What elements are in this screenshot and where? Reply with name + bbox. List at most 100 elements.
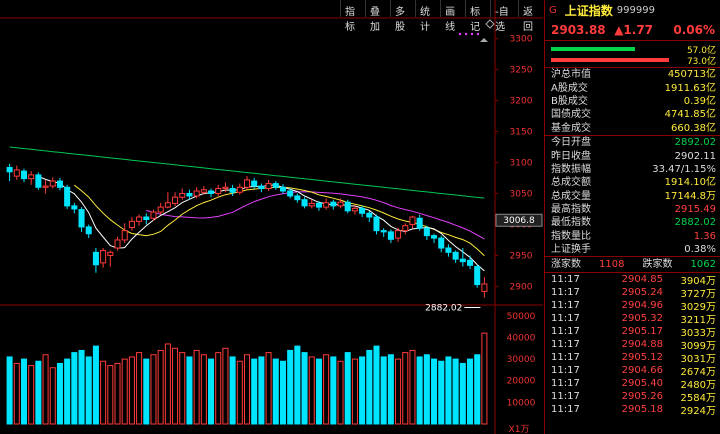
candle-body <box>431 235 438 239</box>
volume-bar <box>121 358 128 425</box>
stat-label: 最高指数 <box>551 204 591 216</box>
market-label: 国债成交 <box>551 109 591 121</box>
candle-body <box>308 202 315 207</box>
price-tick-label: 3200 <box>510 97 533 107</box>
tick-price: 2905.40 <box>621 378 663 390</box>
tick-price: 2904.66 <box>621 365 663 377</box>
volume-bar <box>6 356 13 425</box>
candle-body <box>251 180 258 187</box>
stat-value: 17144.8万 <box>664 190 716 202</box>
candle-body <box>481 283 488 292</box>
tick-time: 11:17 <box>551 274 580 286</box>
volume-bar <box>294 345 301 425</box>
candle-body <box>222 186 229 190</box>
volume-bar <box>215 352 222 425</box>
candle-body <box>258 185 265 190</box>
volume-bar <box>92 345 99 425</box>
price-change-pct: 0.06% <box>673 23 715 37</box>
toolbar-watchlist-button[interactable]: -自选 <box>490 0 518 33</box>
kline-chart-area[interactable]: 3300325032003150310030503000295029003006… <box>0 0 543 434</box>
candle-body <box>92 251 99 266</box>
candle-body <box>64 186 71 207</box>
market-row: 国债成交 4741.85亿 <box>545 108 720 121</box>
price-tick-label: 3300 <box>510 35 533 45</box>
stat-row: 指数量比 1.36 <box>545 230 720 243</box>
volume-bar <box>243 354 251 425</box>
kline-chart[interactable]: 3300325032003150310030503000295029003006… <box>0 0 543 434</box>
volume-bar <box>193 349 200 425</box>
candle-body <box>402 225 409 232</box>
stat-value: 2892.02 <box>674 137 716 149</box>
volume-bar <box>279 360 286 425</box>
candle-body <box>172 196 179 204</box>
volume-tick-label: 50000 <box>507 312 536 322</box>
breadth-row: 涨家数 1108 跌家数 1062 <box>545 257 720 274</box>
volume-bar <box>452 358 459 425</box>
stat-label: 总成交量 <box>551 190 591 202</box>
stat-label: 总成交额 <box>551 177 591 189</box>
volume-bar <box>308 356 315 425</box>
toolbar-stats-button[interactable]: 统计 <box>415 0 440 33</box>
volume-bar <box>315 358 322 425</box>
index-name[interactable]: 上证指数 <box>565 2 613 19</box>
candle-body <box>438 237 445 249</box>
volume-bar <box>42 354 49 425</box>
price-tick-label: 3250 <box>510 66 533 76</box>
candle-body <box>301 199 308 207</box>
tick-price: 2905.12 <box>621 352 663 364</box>
tick-time: 11:17 <box>551 404 580 416</box>
candle-body <box>265 183 272 190</box>
toolbar-indicator-button[interactable]: 指标 <box>340 0 365 33</box>
stat-value: 0.38% <box>684 244 716 256</box>
candle-body <box>128 220 135 229</box>
index-header: G 上证指数 999999 <box>545 0 720 20</box>
market-label: 沪总市值 <box>551 69 591 81</box>
volume-bar <box>200 354 207 425</box>
volume-bar <box>258 356 265 425</box>
up-count-label: 涨家数 <box>551 259 581 271</box>
volume-bar <box>337 360 344 425</box>
volume-bar <box>229 356 236 425</box>
ma20-line <box>146 191 485 240</box>
candle-body <box>136 216 143 222</box>
stat-label: 最低指数 <box>551 217 591 229</box>
toolbar-back-button[interactable]: 返回 <box>518 0 543 33</box>
toolbar-mark-button[interactable]: 标记 <box>465 0 490 33</box>
toolbar-draw-line-button[interactable]: 画线 <box>440 0 465 33</box>
candle-body <box>323 202 330 208</box>
tick-price: 2905.26 <box>621 391 663 403</box>
market-label: A股成交 <box>551 82 588 94</box>
volume-tick-label: 40000 <box>507 333 536 343</box>
toolbar-overlay-button[interactable]: 叠加 <box>365 0 390 33</box>
market-row: B股成交 0.39亿 <box>545 95 720 108</box>
candle-body <box>459 258 466 263</box>
candle-body <box>445 247 452 253</box>
low-price-label: 2882.02 <box>425 304 462 314</box>
candle-body <box>215 188 222 194</box>
candle-body <box>6 166 13 173</box>
volume-bar <box>222 347 229 425</box>
market-label: B股成交 <box>551 95 588 107</box>
volume-bar <box>172 347 179 425</box>
legend-dot <box>464 32 468 36</box>
toolbar-multi-stock-button[interactable]: 多股 <box>390 0 415 33</box>
candle-body <box>78 209 85 228</box>
volume-bar <box>208 358 215 425</box>
volume-bar <box>431 358 438 425</box>
market-value: 660.38亿 <box>671 122 716 134</box>
candle-body <box>179 192 186 198</box>
tick-list[interactable]: 11:17 2904.85 3904万 11:17 2905.24 3727万 11:17 2… <box>545 273 720 417</box>
candle-body <box>28 174 35 180</box>
candle-body <box>85 226 92 235</box>
stat-label: 今日开盘 <box>551 137 591 149</box>
volume-bar <box>136 352 143 425</box>
stat-row: 今日开盘 2892.02 <box>545 136 720 149</box>
green-volume-bar <box>551 47 635 51</box>
volume-bar <box>85 356 92 425</box>
price-tick-label: 2900 <box>510 282 533 292</box>
stat-row: 总成交量 17144.8万 <box>545 190 720 203</box>
volume-bar <box>35 360 42 425</box>
up-count: 1108 <box>599 259 625 271</box>
volume-bar <box>186 356 193 425</box>
tick-time: 11:17 <box>551 287 580 299</box>
